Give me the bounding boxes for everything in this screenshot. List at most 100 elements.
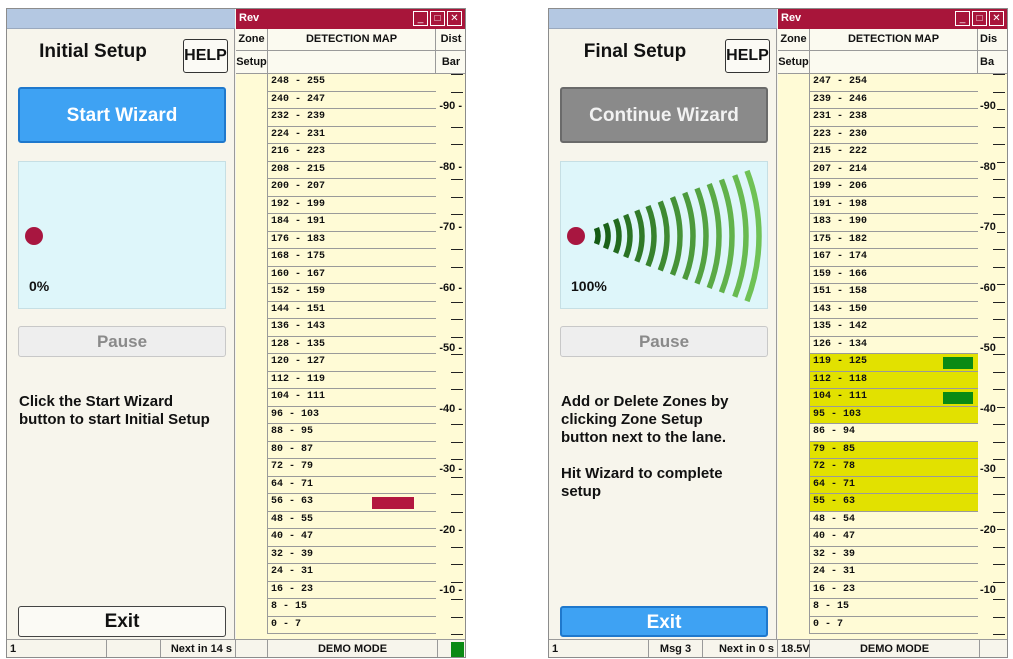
detection-map-subheader	[268, 51, 436, 74]
dist-header: Dist	[436, 29, 465, 51]
detection-map-window: Rev _ □ ✕ Zone DETECTION MAP Dis Setup B…	[778, 9, 1007, 657]
range-row: 183 - 190	[810, 214, 978, 232]
scale-label: -60 -	[438, 281, 463, 294]
distance-scale: -90 -80 -70 -60 -50 -40 -30 -20 -10	[978, 74, 1007, 635]
scale-tick	[993, 564, 1005, 565]
radar-wave-icon	[694, 187, 709, 285]
range-row: 126 - 134	[810, 336, 978, 354]
range-row: 223 - 230	[810, 126, 978, 144]
range-row: 159 - 166	[810, 266, 978, 284]
range-row: 128 - 135	[268, 336, 436, 354]
range-row: 56 - 63	[268, 494, 436, 512]
range-row: 32 - 39	[810, 546, 978, 564]
start-wizard-button[interactable]: Start Wizard	[18, 87, 226, 143]
radar-wave-icon	[744, 169, 762, 303]
scale-tick	[451, 249, 463, 250]
setup-progress-percent: 100%	[571, 278, 607, 294]
range-row: 72 - 78	[810, 459, 978, 477]
status-bar: 1 Msg 3 Next in 0 s 18.5V DEMO MODE	[549, 639, 1007, 657]
range-row: 200 - 207	[268, 179, 436, 197]
scale-tick	[451, 581, 463, 583]
scale-label: -50 -	[438, 342, 463, 355]
range-row: 239 - 246	[810, 91, 978, 109]
radar-wave-icon	[613, 218, 622, 254]
page-title: Final Setup	[583, 41, 687, 62]
scale-label: -90 -	[438, 100, 463, 113]
range-row: 40 - 47	[268, 529, 436, 547]
range-row: 86 - 94	[810, 424, 978, 442]
range-row: 24 - 31	[268, 564, 436, 582]
status-next-update: Next in 0 s	[703, 640, 778, 657]
scale-tick	[451, 599, 463, 600]
zone-setup-button[interactable]: Setup	[778, 51, 810, 74]
scale-tick	[451, 441, 463, 443]
pause-button[interactable]: Pause	[560, 326, 768, 357]
window-titlebar: Rev _ □ ✕	[236, 9, 465, 29]
dist-header: Dis	[978, 29, 1007, 51]
instructions-text: Add or Delete Zones by clicking Zone Set…	[561, 393, 729, 500]
minimize-button[interactable]: _	[955, 11, 970, 26]
scale-tick	[451, 476, 463, 478]
wizard-panel: Final Setup HELP Continue Wizard 100% Pa…	[549, 9, 777, 657]
radar-wave-icon	[706, 183, 722, 289]
zone-column	[778, 74, 810, 634]
scale-label: -20	[979, 523, 997, 536]
radar-wave-icon	[669, 196, 683, 276]
scale-tick	[451, 301, 463, 303]
scale-tick	[451, 214, 463, 215]
zone-setup-button[interactable]: Setup	[236, 51, 268, 74]
maximize-button[interactable]: □	[972, 11, 987, 26]
detection-map: 248 - 255 240 - 247 232 - 239 224 - 231 216 …	[268, 74, 436, 634]
exit-button[interactable]: Exit	[18, 606, 226, 637]
scale-label: -70	[979, 221, 997, 234]
status-message: Msg 3	[649, 640, 703, 657]
range-row: 135 - 142	[810, 319, 978, 337]
scale-tick	[451, 424, 463, 425]
scale-tick	[451, 371, 463, 373]
continue-wizard-button[interactable]: Continue Wizard	[560, 87, 768, 143]
scale-label: -90	[979, 100, 997, 113]
scale-tick	[993, 581, 1005, 583]
status-voltage: 18.5V	[778, 640, 810, 657]
scale-tick	[993, 249, 1005, 250]
range-row: 136 - 143	[268, 319, 436, 337]
scale-label: -30	[979, 463, 997, 476]
range-row: 144 - 151	[268, 301, 436, 319]
range-row: 119 - 125	[810, 354, 978, 372]
scale-tick	[993, 74, 1005, 75]
scale-tick	[451, 546, 463, 548]
exit-button[interactable]: Exit	[560, 606, 768, 637]
scale-tick	[993, 616, 1005, 618]
scale-label: -70 -	[438, 221, 463, 234]
scale-tick	[993, 371, 1005, 373]
scale-tick	[993, 126, 1005, 128]
setup-progress-percent: 0%	[29, 278, 50, 294]
scale-tick	[451, 319, 463, 320]
status-lane: 1	[549, 640, 649, 657]
range-row: 175 - 182	[810, 231, 978, 249]
radar-wave-icon	[657, 200, 670, 272]
range-row: 176 - 183	[268, 231, 436, 249]
pause-button[interactable]: Pause	[18, 326, 226, 357]
range-row: 8 - 15	[810, 599, 978, 617]
close-button[interactable]: ✕	[447, 11, 462, 26]
scale-tick	[451, 511, 463, 513]
scale-label: -20 -	[438, 523, 463, 536]
range-row: 96 - 103	[268, 406, 436, 424]
sensor-dot-icon	[25, 227, 43, 245]
maximize-button[interactable]: □	[430, 11, 445, 26]
range-row: 40 - 47	[810, 529, 978, 547]
help-button[interactable]: HELP	[183, 39, 228, 73]
range-row: 0 - 7	[810, 616, 978, 634]
radar-display: 0%	[18, 161, 226, 309]
status-next-update: Next in 14 s	[161, 640, 236, 657]
close-button[interactable]: ✕	[989, 11, 1004, 26]
bar-header: Bar	[436, 51, 465, 74]
help-button[interactable]: HELP	[725, 39, 770, 73]
scale-tick	[993, 476, 1005, 478]
range-row: 167 - 174	[810, 249, 978, 267]
scale-tick	[993, 389, 1005, 390]
range-row: 248 - 255	[268, 74, 436, 92]
scale-tick	[993, 511, 1005, 513]
minimize-button[interactable]: _	[413, 11, 428, 26]
